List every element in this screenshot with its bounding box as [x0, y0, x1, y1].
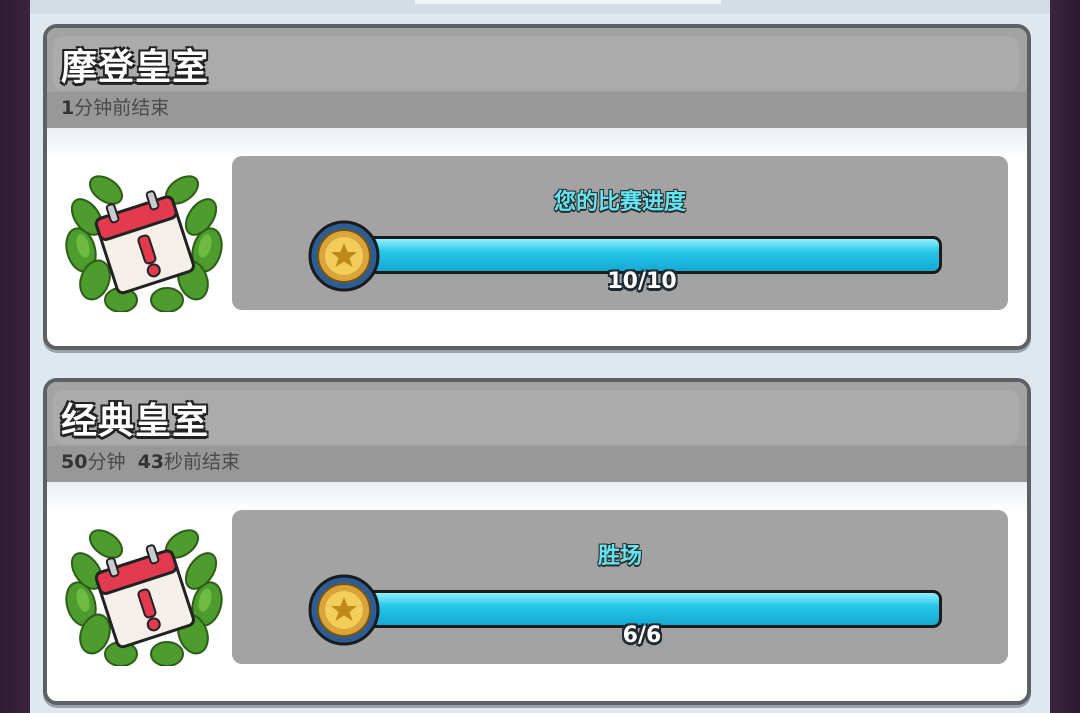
subtitle-text: 分钟前结束 — [74, 97, 170, 119]
event-card-classic-royale[interactable]: 经典皇室 50分钟 43秒前结束 胜场 6/6 — [43, 378, 1031, 705]
progress-count: 10/10 — [607, 269, 677, 294]
subtitle-seconds-unit: 秒前结束 — [164, 451, 241, 473]
top-tab-notch — [415, 0, 721, 4]
subtitle-minutes: 50 — [61, 451, 88, 473]
subtitle-minutes-unit: 分钟 — [87, 451, 126, 473]
card-header: 经典皇室 50分钟 43秒前结束 — [47, 382, 1027, 482]
progress-bar-fill — [345, 593, 939, 625]
card-body: 胜场 6/6 — [47, 482, 1027, 701]
progress-label: 胜场 — [597, 544, 642, 569]
calendar-laurel-icon — [65, 175, 223, 312]
progress-bar-fill — [345, 239, 939, 271]
subtitle-number: 1 — [61, 97, 75, 119]
subtitle-band — [47, 92, 1027, 128]
card-subtitle: 1分钟前结束 — [61, 93, 169, 120]
card-subtitle: 50分钟 43秒前结束 — [61, 447, 240, 474]
card-title: 经典皇室 — [61, 401, 210, 442]
calendar-laurel-icon — [65, 529, 223, 666]
progress-panel: 您的比赛进度 10/10 — [232, 156, 1008, 310]
event-card-modern-royale[interactable]: 摩登皇室 1分钟前结束 您的比赛进度 10/10 — [43, 24, 1031, 350]
top-strip — [30, 0, 1050, 14]
progress-count: 6/6 — [622, 623, 662, 648]
card-body: 您的比赛进度 10/10 — [47, 128, 1027, 346]
card-header: 摩登皇室 1分钟前结束 — [47, 28, 1027, 128]
card-title: 摩登皇室 — [61, 47, 210, 88]
progress-label: 您的比赛进度 — [553, 190, 686, 215]
progress-panel: 胜场 6/6 — [232, 510, 1008, 664]
subtitle-seconds: 43 — [137, 451, 165, 473]
